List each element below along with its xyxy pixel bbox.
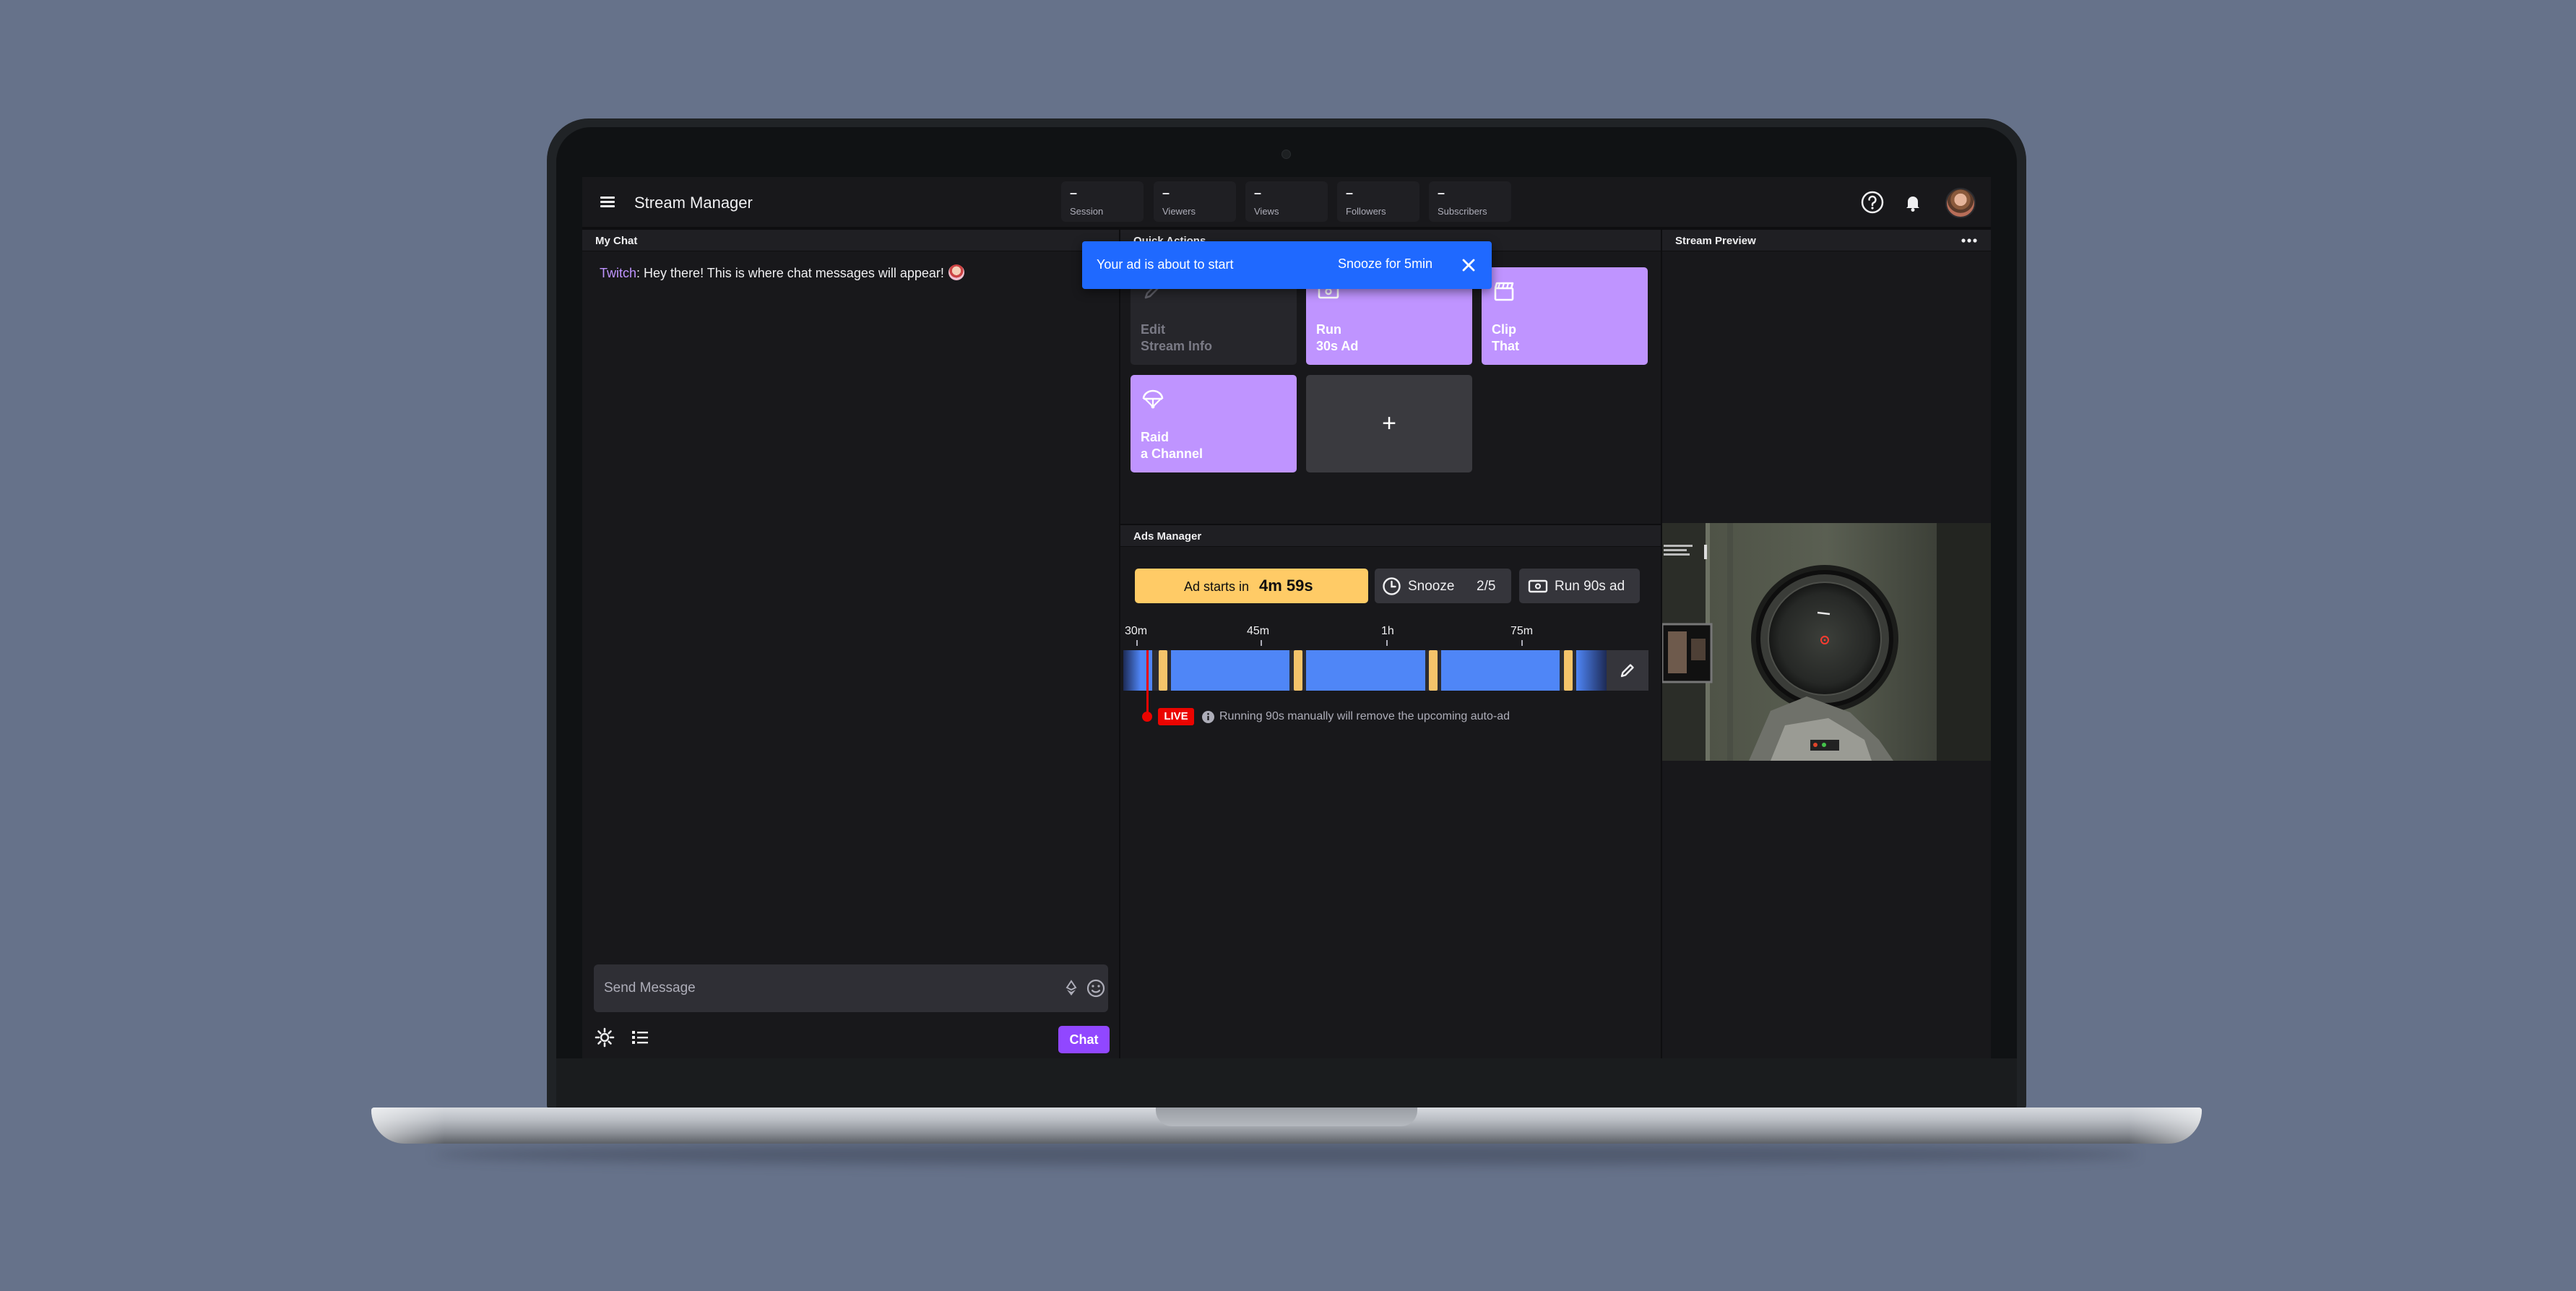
- user-list-icon[interactable]: [629, 1027, 651, 1048]
- timeline-label-75m: 75m: [1510, 625, 1534, 637]
- chat-message: Twitch: Hey there! This is where chat me…: [600, 264, 964, 281]
- top-nav-bar: Stream Manager – Session – Viewers – Vie…: [582, 177, 1991, 228]
- timeline-label-1h: 1h: [1381, 625, 1394, 637]
- timeline-segment: [1441, 650, 1560, 691]
- user-avatar[interactable]: [1945, 188, 1976, 218]
- toast-message: Your ad is about to start: [1097, 257, 1234, 272]
- help-icon[interactable]: [1859, 189, 1885, 215]
- laptop-chin: [556, 1058, 2017, 1110]
- clip-that-tile[interactable]: Clip That: [1482, 267, 1648, 365]
- close-icon[interactable]: [1458, 254, 1479, 276]
- timeline-label-45m: 45m: [1247, 625, 1270, 637]
- chat-panel-title: My Chat: [595, 235, 638, 247]
- live-badge: LIVE: [1158, 708, 1194, 725]
- info-icon: [1202, 711, 1214, 723]
- send-message-input[interactable]: Send Message: [594, 964, 1108, 1012]
- app-screen: Stream Manager – Session – Viewers – Vie…: [582, 177, 1991, 1058]
- ad-countdown-badge: Ad starts in 4m 59s: [1135, 569, 1368, 603]
- stat-views[interactable]: – Views: [1245, 181, 1328, 222]
- notifications-bell-icon[interactable]: [1900, 189, 1926, 215]
- ad-break-marker[interactable]: [1159, 650, 1167, 691]
- ads-manager-title: Ads Manager: [1133, 530, 1202, 543]
- snooze-ad-button[interactable]: Snooze 2/5: [1375, 569, 1511, 603]
- more-options-icon[interactable]: [1958, 232, 1980, 249]
- raid-channel-tile[interactable]: Raid a Channel: [1131, 375, 1297, 472]
- ad-break-marker[interactable]: [1564, 650, 1573, 691]
- edit-ad-schedule-button[interactable]: [1607, 650, 1648, 691]
- stat-session[interactable]: – Session: [1061, 181, 1144, 222]
- ad-break-marker[interactable]: [1429, 650, 1438, 691]
- snooze-5min-button[interactable]: Snooze for 5min: [1338, 256, 1432, 272]
- webcam: [1281, 150, 1291, 159]
- emote-icon: [948, 264, 964, 280]
- game-scope-image: [1662, 523, 1991, 761]
- middle-column: Quick Actions EditStream Info Run30s Ad …: [1120, 230, 1661, 1058]
- chat-panel: My Chat Twitch: Hey there! This is where…: [582, 230, 1119, 1058]
- parachute-icon: [1142, 389, 1164, 409]
- stream-preview-panel: Stream Preview: [1662, 230, 1991, 1058]
- stat-viewers[interactable]: – Viewers: [1154, 181, 1236, 222]
- live-playhead: [1146, 650, 1149, 715]
- stat-subscribers[interactable]: – Subscribers: [1429, 181, 1511, 222]
- ad-icon: [1528, 579, 1548, 593]
- ad-info-text: Running 90s manually will remove the upc…: [1219, 710, 1510, 722]
- ad-countdown-time: 4m 59s: [1259, 577, 1313, 595]
- chat-username[interactable]: Twitch: [600, 266, 636, 280]
- stat-followers[interactable]: – Followers: [1337, 181, 1419, 222]
- ad-break-marker[interactable]: [1294, 650, 1302, 691]
- add-quick-action-tile[interactable]: +: [1306, 375, 1472, 472]
- laptop-notch: [1156, 1108, 1417, 1126]
- stream-preview-video[interactable]: [1662, 523, 1991, 761]
- timeline-segment: [1306, 650, 1425, 691]
- plus-icon: +: [1382, 410, 1396, 437]
- app-title: Stream Manager: [634, 194, 753, 212]
- emote-picker-icon[interactable]: [1086, 978, 1106, 998]
- menu-icon[interactable]: [598, 193, 617, 212]
- run-90s-ad-button[interactable]: Run 90s ad: [1519, 569, 1640, 603]
- timeline-segment: [1171, 650, 1289, 691]
- chat-message-text: Hey there! This is where chat messages w…: [644, 266, 944, 280]
- timeline-label-30m: 30m: [1125, 625, 1148, 637]
- chat-send-button[interactable]: Chat: [1058, 1026, 1110, 1053]
- pencil-icon: [1620, 664, 1634, 678]
- chat-settings-gear-icon[interactable]: [594, 1027, 615, 1048]
- clapper-icon: [1494, 282, 1514, 301]
- laptop-shadow: [433, 1144, 2138, 1165]
- timeline-segment: [1576, 650, 1607, 691]
- clock-icon: [1383, 577, 1401, 595]
- ad-start-toast: Your ad is about to start Snooze for 5mi…: [1082, 241, 1492, 289]
- snooze-count: 2/5: [1477, 579, 1496, 594]
- ads-manager-panel: Ads Manager Ad starts in 4m 59s Snooze 2…: [1120, 525, 1661, 1058]
- stream-preview-title: Stream Preview: [1675, 235, 1756, 247]
- bits-icon[interactable]: [1062, 979, 1081, 998]
